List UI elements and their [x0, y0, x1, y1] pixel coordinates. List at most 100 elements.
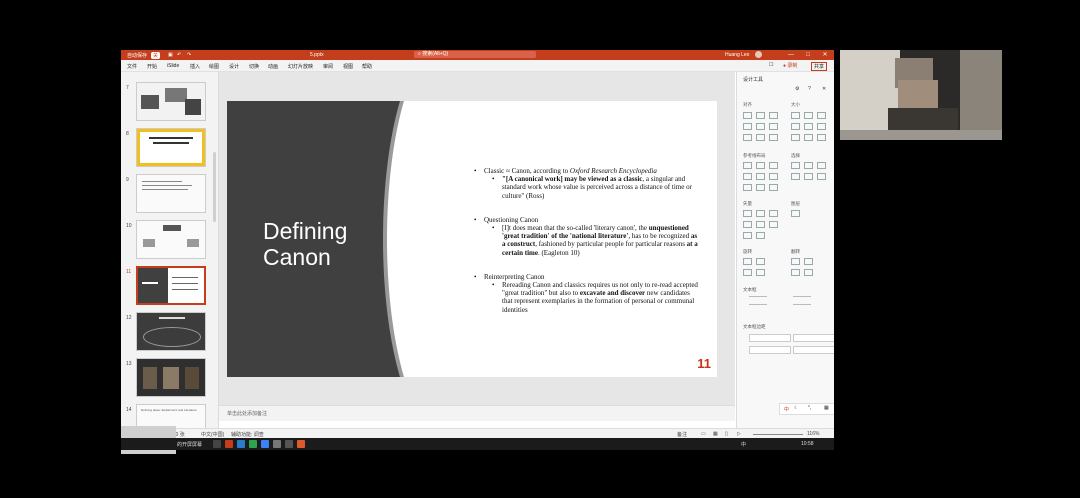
slide-thumbnail-11-selected[interactable] [136, 266, 206, 305]
record-button[interactable]: ● 录制 [783, 62, 797, 69]
section-size: 大小 [791, 102, 800, 107]
slide-thumbnail-8[interactable] [136, 128, 206, 167]
share-button[interactable]: 共享 [811, 62, 828, 71]
reading-view-icon[interactable]: ▯ [725, 431, 728, 437]
slide-11[interactable]: Defining Canon Classic ≈ Canon, accordin… [227, 101, 717, 377]
textbox-options[interactable] [749, 296, 829, 310]
tab-help[interactable]: 帮助 [362, 63, 372, 70]
margin-left-field[interactable] [749, 334, 791, 342]
sorter-view-icon[interactable]: ▦ [713, 431, 718, 437]
normal-view-icon[interactable]: ▭ [701, 431, 706, 437]
tab-design[interactable]: 设计 [229, 63, 239, 70]
bullet-classic: Classic ≈ Canon, according to Oxford Res… [474, 167, 700, 175]
slideshow-icon[interactable]: ▷ [737, 431, 741, 437]
notes-pane[interactable]: 单击此处添加备注 [219, 405, 735, 421]
taskbar: 的开屏屏幕 中 10:58 [121, 438, 834, 450]
comment-icon[interactable]: ☐ [769, 62, 773, 68]
autosave-label: 自动保存 [127, 53, 148, 59]
slide-thumbnail-10[interactable] [136, 220, 206, 259]
margin-top-field[interactable] [749, 346, 791, 354]
margin-right-field[interactable] [793, 334, 834, 342]
slide-thumbnail-9[interactable] [136, 174, 206, 213]
punctuation-icon[interactable]: °, [808, 405, 811, 411]
close-button[interactable]: ✕ [820, 51, 830, 59]
section-select: 选择 [791, 153, 800, 158]
thumb-number: 13 [126, 361, 132, 367]
language[interactable]: 中文(中国) [201, 431, 224, 438]
slide-number: 11 [697, 356, 711, 371]
recording-app-icon[interactable] [297, 440, 305, 448]
ime-label: 中 [784, 407, 790, 413]
redo-icon[interactable]: ↷ [187, 52, 191, 58]
size-tools[interactable] [791, 112, 826, 141]
moon-icon[interactable]: ☾ [794, 405, 798, 411]
thumbnail-scrollbar[interactable] [213, 152, 216, 222]
powerpoint-window: 自动保存 关 ▣ ↶ ↷ 5.pptx ⌕ 搜索(Alt+Q) Huang Le… [121, 50, 834, 438]
clock: 10:58 [801, 441, 814, 447]
zoom-slider[interactable] [753, 434, 803, 435]
minimize-button[interactable]: — [786, 51, 796, 59]
thumb-number: 14 [126, 407, 132, 413]
title-bar: 自动保存 关 ▣ ↶ ↷ 5.pptx ⌕ 搜索(Alt+Q) Huang Le… [121, 50, 834, 60]
slide-thumbnail-13[interactable] [136, 358, 206, 397]
search-box[interactable]: ⌕ 搜索(Alt+Q) [414, 51, 536, 58]
notes-toggle[interactable]: 备注 [677, 431, 687, 438]
accessibility-status[interactable]: 辅助功能: 调查 [231, 431, 264, 438]
webcam-feed [840, 50, 1002, 140]
status-bar: 幻灯片 第 11 张，共 30 张 中文(中国) 辅助功能: 调查 备注 ▭ ▦… [121, 428, 834, 438]
vector-tools[interactable] [743, 210, 778, 239]
settings-icon[interactable]: ⚙ [795, 86, 799, 92]
settings-icon[interactable] [285, 440, 293, 448]
section-flip: 翻转 [791, 249, 800, 254]
autosave-toggle[interactable]: 关 [151, 52, 161, 59]
select-tools[interactable] [791, 162, 826, 180]
ime-indicator[interactable]: 中 [741, 441, 746, 448]
slide-thumbnail-7[interactable] [136, 82, 206, 121]
avatar[interactable] [755, 51, 762, 58]
guide-tools[interactable] [743, 162, 778, 191]
ime-toolbar[interactable]: 中 ☾ °, ▦ [779, 403, 834, 415]
sub-bullet-eagleton: [I]t does mean that the so-called 'liter… [474, 224, 700, 257]
tab-review[interactable]: 审阅 [323, 63, 333, 70]
browser-icon[interactable] [237, 440, 245, 448]
tab-insert[interactable]: 插入 [190, 63, 200, 70]
start-icon[interactable] [213, 440, 221, 448]
sub-bullet-rereading: Rereading Canon and classics requires us… [474, 281, 700, 314]
powerpoint-icon[interactable] [225, 440, 233, 448]
taskbar-app-label[interactable]: 的开屏屏幕 [177, 441, 202, 448]
app-icon[interactable] [261, 440, 269, 448]
layer-tools[interactable] [791, 210, 800, 217]
thumb-number: 8 [126, 131, 129, 137]
tab-draw[interactable]: 绘图 [209, 63, 219, 70]
panel-title: 设计工具 [743, 77, 764, 83]
tab-home[interactable]: 开始 [147, 63, 157, 70]
grid-icon[interactable]: ▦ [824, 405, 829, 411]
undo-icon[interactable]: ↶ [177, 52, 181, 58]
flip-tools[interactable] [791, 258, 813, 276]
tab-islide[interactable]: iSlide [167, 63, 179, 69]
align-tools[interactable] [743, 112, 778, 141]
wechat-icon[interactable] [249, 440, 257, 448]
slide-thumbnail-14[interactable]: Defining place: Eudaimonic and Literatur… [136, 404, 206, 428]
section-textbox-margin: 文本框边距 [743, 324, 766, 329]
user-name[interactable]: Huang Leo [725, 52, 749, 58]
slide-thumbnail-12[interactable] [136, 312, 206, 351]
sub-bullet-ross: "[A canonical work] may be viewed as a c… [474, 175, 700, 200]
save-icon[interactable]: ▣ [168, 52, 173, 58]
tab-transitions[interactable]: 切换 [249, 63, 259, 70]
folder-icon[interactable] [273, 440, 281, 448]
slide-body[interactable]: Classic ≈ Canon, according to Oxford Res… [474, 167, 700, 314]
help-icon[interactable]: ? [808, 86, 811, 92]
tab-slideshow[interactable]: 幻灯片放映 [288, 63, 313, 70]
tab-view[interactable]: 视图 [343, 63, 353, 70]
tab-animations[interactable]: 动画 [268, 63, 278, 70]
search-placeholder: 搜索(Alt+Q) [422, 51, 449, 57]
zoom-level[interactable]: 116% [807, 431, 819, 437]
margin-bottom-field[interactable] [793, 346, 834, 354]
close-panel-icon[interactable]: ✕ [822, 86, 826, 92]
rotate-tools[interactable] [743, 258, 765, 276]
slide-title[interactable]: Defining Canon [263, 218, 373, 270]
thumb-number: 11 [126, 269, 132, 275]
maximize-button[interactable]: □ [803, 51, 813, 59]
tab-file[interactable]: 文件 [127, 63, 137, 70]
